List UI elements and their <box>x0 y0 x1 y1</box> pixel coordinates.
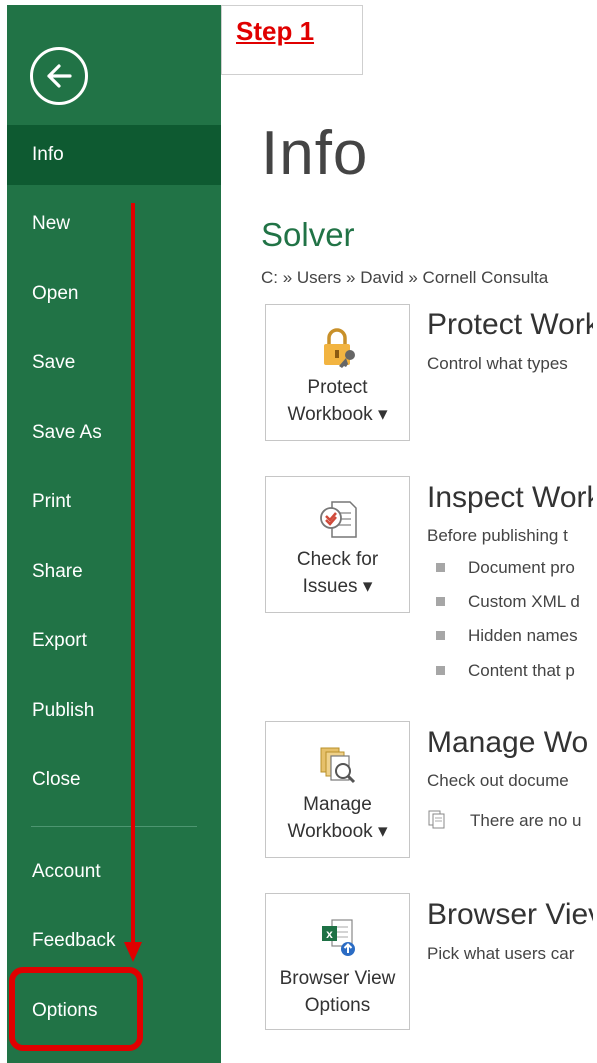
document-versions-icon <box>428 810 445 829</box>
nav-item-publish[interactable]: Publish <box>7 681 221 741</box>
document-path[interactable]: C: » Users » David » Cornell Consulta <box>261 268 548 288</box>
nav-item-save[interactable]: Save <box>7 333 221 393</box>
lock-key-icon <box>323 328 355 368</box>
back-arrow-icon <box>47 64 72 88</box>
check-issues-button-line1: Check for <box>296 549 379 570</box>
bullet-marker <box>436 563 445 572</box>
protect-button-line1: Protect <box>307 377 368 398</box>
inspect-bullet-1: Document pro <box>468 558 575 577</box>
nav-item-new[interactable]: New <box>7 194 221 254</box>
page-title: Info <box>261 119 369 188</box>
manage-button-line2: Workbook ▾ <box>287 821 388 842</box>
nav-item-close[interactable]: Close <box>7 750 221 810</box>
options-highlight-box <box>9 967 143 1051</box>
nav-item-share[interactable]: Share <box>7 542 221 602</box>
excel-browser-view-icon: x <box>321 919 355 956</box>
inspect-section-title: Inspect Work <box>427 481 597 514</box>
content-clip-edge <box>593 0 597 1063</box>
inspect-bullet-4: Content that p <box>468 661 575 680</box>
nav-item-info[interactable]: Info <box>7 125 221 185</box>
inspect-bullet-2: Custom XML d <box>468 592 580 611</box>
protect-workbook-button[interactable]: Protect Workbook ▾ <box>265 304 410 441</box>
nav-item-print[interactable]: Print <box>7 472 221 532</box>
svg-text:x: x <box>326 927 333 941</box>
browser-view-section-title: Browser Viev <box>427 898 597 931</box>
backstage-sidebar: Info New Open Save Save As Print Share E… <box>7 5 221 1063</box>
back-button[interactable] <box>30 47 88 105</box>
browser-view-section-desc: Pick what users car <box>427 944 575 963</box>
manage-section-desc: Check out docume <box>427 771 569 790</box>
browser-view-options-button[interactable]: x Browser View Options <box>265 893 410 1030</box>
nav-separator <box>31 826 197 827</box>
bullet-marker <box>436 666 445 675</box>
inspect-document-icon <box>319 501 357 538</box>
inspect-bullet-3: Hidden names <box>468 626 578 645</box>
manage-section-title: Manage Wo <box>427 726 589 759</box>
document-name: Solver <box>261 216 355 253</box>
step-label: Step 1 <box>236 16 315 46</box>
nav-item-save-as[interactable]: Save As <box>7 403 221 463</box>
manage-button-line1: Manage <box>303 794 372 815</box>
nav-item-export[interactable]: Export <box>7 611 221 671</box>
protect-button-line2: Workbook ▾ <box>287 404 388 425</box>
nav-item-open[interactable]: Open <box>7 264 221 324</box>
manage-note-text: There are no u <box>470 811 582 830</box>
manage-workbook-button[interactable]: Manage Workbook ▾ <box>265 721 410 858</box>
manage-versions-icon <box>320 747 355 784</box>
nav-item-feedback[interactable]: Feedback <box>7 911 221 971</box>
bullet-marker <box>436 631 445 640</box>
check-issues-button-line2: Issues ▾ <box>302 576 373 597</box>
check-for-issues-button[interactable]: Check for Issues ▾ <box>265 476 410 613</box>
inspect-section-desc: Before publishing t <box>427 526 568 545</box>
nav-item-account[interactable]: Account <box>7 842 221 902</box>
step-annotation-box: Step 1 <box>221 5 363 75</box>
bullet-marker <box>436 597 445 606</box>
protect-section-title: Protect Work <box>427 308 597 341</box>
browser-view-button-line1: Browser View <box>279 968 396 989</box>
protect-section-desc: Control what types <box>427 354 568 373</box>
browser-view-button-line2: Options <box>304 995 371 1016</box>
